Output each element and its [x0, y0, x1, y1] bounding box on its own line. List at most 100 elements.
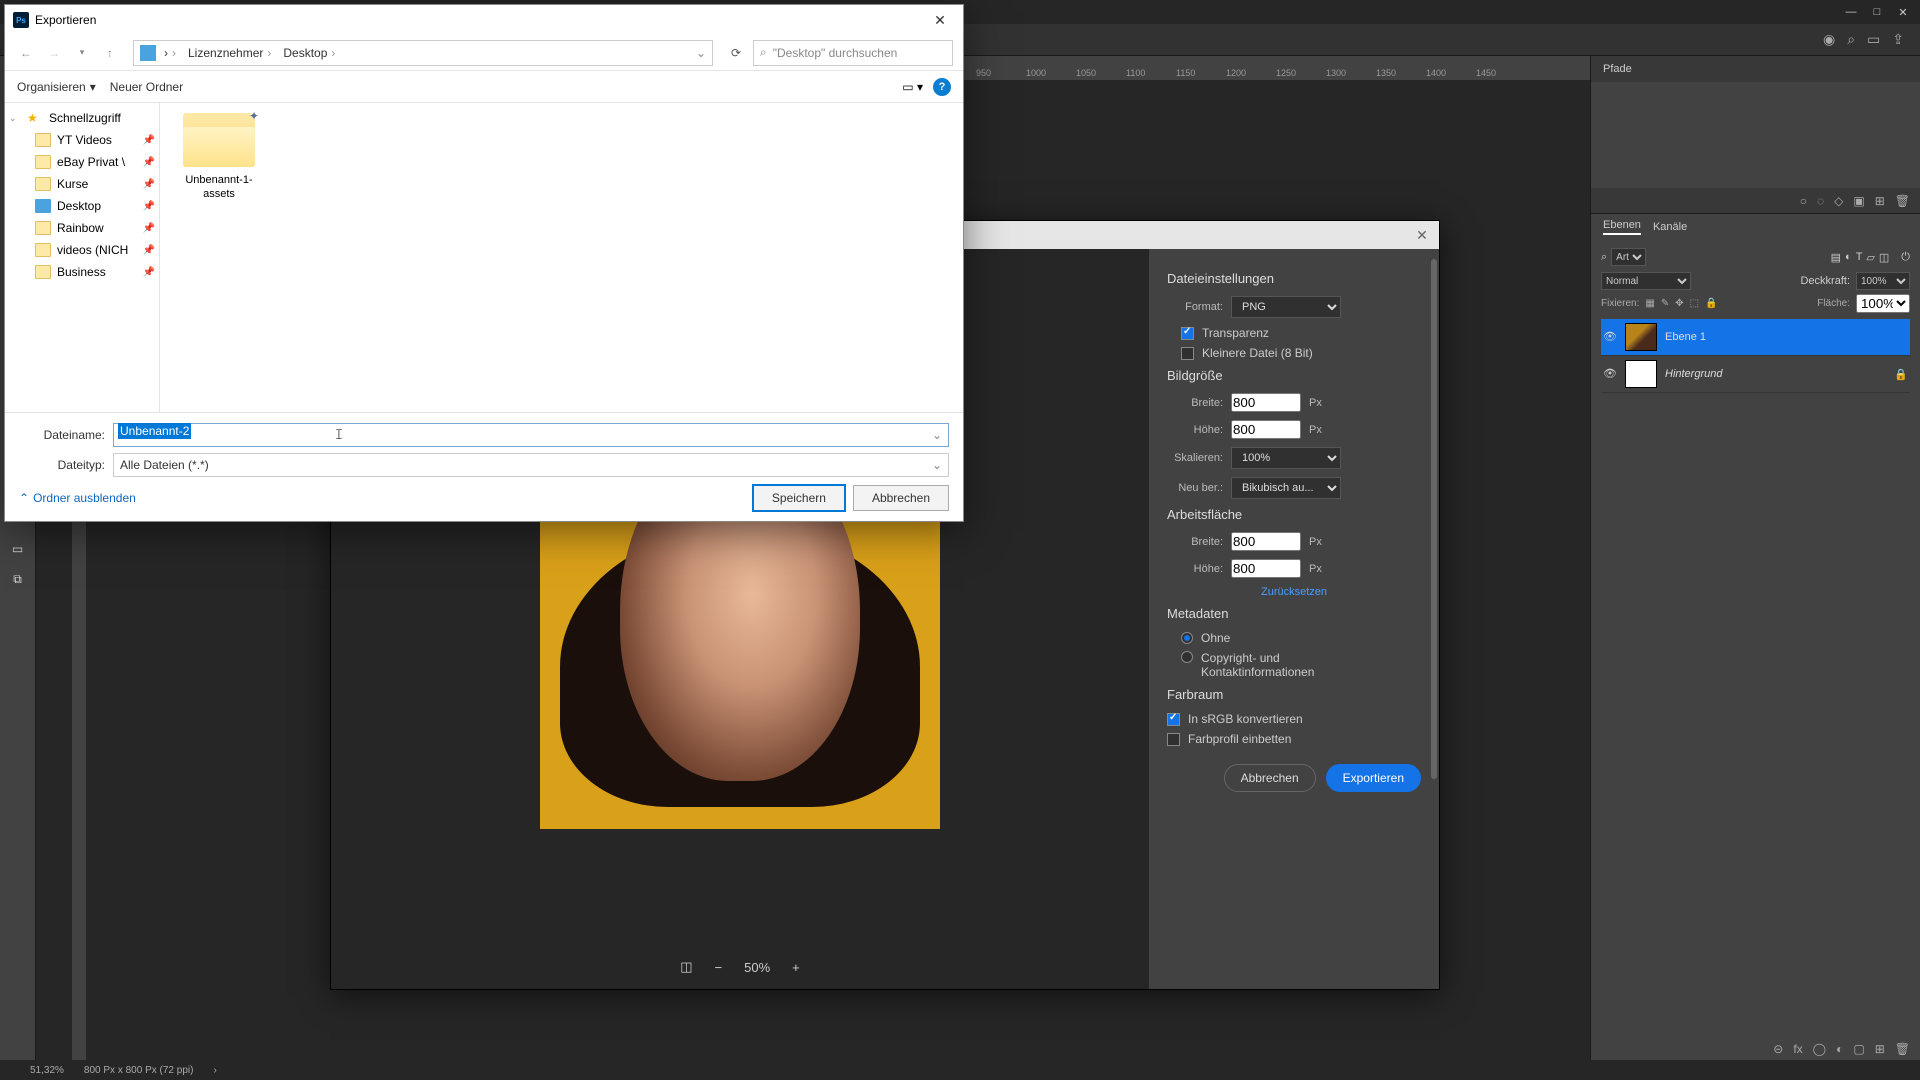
canvas-width-input[interactable]: [1231, 532, 1301, 551]
tree-item[interactable]: Desktop📌: [5, 195, 159, 217]
crop-icon[interactable]: ◫: [680, 959, 692, 975]
circle-icon[interactable]: ○: [1800, 194, 1807, 208]
filter-type-icon[interactable]: T: [1856, 251, 1863, 263]
quickmask-icon[interactable]: ▭: [7, 538, 29, 560]
trash-icon[interactable]: 🗑: [1895, 194, 1910, 208]
filetype-select[interactable]: Alle Dateien (*.*) ⌄: [113, 453, 949, 477]
addr-chevron-icon[interactable]: ⌄: [696, 46, 706, 60]
address-bar[interactable]: › Lizenznehmer Desktop ⌄: [133, 40, 713, 66]
layer-item-1[interactable]: 👁 Hintergrund 🔒: [1601, 356, 1910, 393]
lock-all-icon[interactable]: 🔒: [1705, 298, 1717, 309]
mask-icon[interactable]: ▣: [1853, 194, 1864, 208]
folder-tile[interactable]: ✦ Unbenannt-1-assets: [174, 113, 264, 202]
filename-input[interactable]: Unbenannt-2 𝙸 ⌄: [113, 423, 949, 447]
screenmode-icon[interactable]: ⧉: [7, 568, 29, 590]
workspace-icon[interactable]: ▭: [1867, 31, 1880, 48]
status-chevron-icon[interactable]: ›: [213, 1065, 216, 1076]
forward-icon[interactable]: →: [43, 42, 65, 64]
back-icon[interactable]: ←: [15, 42, 37, 64]
export-cancel-button[interactable]: Abbrechen: [1224, 764, 1316, 792]
tree-root-quickaccess[interactable]: ⌄ ★ Schnellzugriff: [5, 107, 159, 129]
tree-item[interactable]: Kurse📌: [5, 173, 159, 195]
maximize-icon[interactable]: □: [1868, 3, 1886, 21]
fill-select[interactable]: 100%: [1856, 294, 1910, 313]
filter-adjust-icon[interactable]: ◐: [1845, 251, 1852, 263]
tree-item[interactable]: eBay Privat \📌: [5, 151, 159, 173]
adjust-icon[interactable]: ◐: [1836, 1042, 1843, 1056]
close-icon[interactable]: ✕: [925, 9, 955, 31]
minimize-icon[interactable]: —: [1842, 3, 1860, 21]
tree-item[interactable]: YT Videos📌: [5, 129, 159, 151]
filter-image-icon[interactable]: ▤: [1831, 251, 1841, 264]
search-icon[interactable]: ⌕: [1847, 31, 1855, 48]
breadcrumb[interactable]: Desktop: [279, 46, 339, 60]
height-input[interactable]: [1231, 420, 1301, 439]
filter-toggle-icon[interactable]: ⏻: [1901, 251, 1910, 264]
recent-chevron-icon[interactable]: ▾: [71, 42, 93, 64]
canvas-height-input[interactable]: [1231, 559, 1301, 578]
lock-pos-icon[interactable]: ✥: [1675, 298, 1683, 309]
refresh-icon[interactable]: ⟳: [725, 42, 747, 64]
up-icon[interactable]: ↑: [99, 42, 121, 64]
layer-item-0[interactable]: 👁 Ebene 1: [1601, 319, 1910, 356]
lock-nest-icon[interactable]: ⬚: [1690, 298, 1699, 309]
export-button[interactable]: Exportieren: [1326, 764, 1421, 792]
blend-mode-select[interactable]: Normal: [1601, 272, 1691, 290]
scale-select[interactable]: 100%: [1231, 447, 1341, 469]
resample-select[interactable]: Bikubisch au...: [1231, 477, 1341, 499]
filter-type-select[interactable]: Art: [1611, 248, 1646, 266]
link-icon[interactable]: ⊝: [1773, 1042, 1783, 1056]
organize-button[interactable]: Organisieren ▾: [17, 80, 96, 94]
ring-icon[interactable]: ◌: [1817, 194, 1824, 208]
width-input[interactable]: [1231, 393, 1301, 412]
diamond-icon[interactable]: ◇: [1834, 194, 1843, 208]
new-layer-icon[interactable]: ⊞: [1875, 1042, 1885, 1056]
filter-smart-icon[interactable]: ◫: [1879, 251, 1889, 264]
breadcrumb[interactable]: ›: [160, 46, 180, 60]
format-select[interactable]: PNG: [1231, 296, 1341, 318]
new-folder-button[interactable]: Neuer Ordner: [110, 80, 183, 94]
settings-scrollbar[interactable]: [1431, 259, 1437, 779]
mask-icon[interactable]: ◯: [1813, 1042, 1826, 1056]
save-button[interactable]: Speichern: [753, 485, 845, 511]
tree-item[interactable]: Business📌: [5, 261, 159, 283]
eye-icon[interactable]: 👁: [1603, 330, 1617, 344]
cancel-button[interactable]: Abbrechen: [853, 485, 949, 511]
lock-paint-icon[interactable]: ✎: [1661, 298, 1669, 309]
chevron-down-icon[interactable]: ⌄: [932, 428, 942, 442]
tree-item[interactable]: Rainbow📌: [5, 217, 159, 239]
close-icon[interactable]: ✕: [1413, 226, 1431, 244]
chevron-down-icon[interactable]: ⌄: [9, 113, 21, 124]
tab-channels[interactable]: Kanäle: [1653, 221, 1687, 233]
metadata-copyright-radio[interactable]: [1181, 651, 1193, 663]
hide-folders-button[interactable]: ⌃ Ordner ausblenden: [19, 491, 136, 505]
tree-item[interactable]: videos (NICH📌: [5, 239, 159, 261]
tab-layers[interactable]: Ebenen: [1603, 219, 1641, 235]
help-icon[interactable]: ?: [933, 78, 951, 96]
file-list-area[interactable]: ✦ Unbenannt-1-assets: [160, 103, 963, 412]
tab-paths[interactable]: Pfade: [1603, 63, 1632, 75]
search-icon[interactable]: ⌕: [1601, 251, 1607, 264]
share-icon[interactable]: ⇪: [1892, 31, 1904, 48]
zoom-in-icon[interactable]: +: [792, 960, 800, 975]
transparency-checkbox[interactable]: [1181, 327, 1194, 340]
reset-button[interactable]: Zurücksetzen: [1261, 586, 1327, 598]
breadcrumb[interactable]: Lizenznehmer: [184, 46, 275, 60]
eye-icon[interactable]: 👁: [1603, 367, 1617, 381]
group-icon[interactable]: ▢: [1853, 1042, 1864, 1056]
zoom-out-icon[interactable]: −: [715, 960, 723, 975]
trash-icon[interactable]: 🗑: [1895, 1042, 1910, 1056]
new-icon[interactable]: ⊞: [1875, 194, 1885, 208]
embed-profile-checkbox[interactable]: [1167, 733, 1180, 746]
search-field[interactable]: ⌕ "Desktop" durchsuchen: [753, 40, 953, 66]
lock-trans-icon[interactable]: ▦: [1645, 298, 1654, 309]
srgb-checkbox[interactable]: [1167, 713, 1180, 726]
opacity-select[interactable]: 100%: [1856, 272, 1910, 290]
cloud-user-icon[interactable]: ◉: [1823, 31, 1835, 48]
smaller-file-checkbox[interactable]: [1181, 347, 1194, 360]
close-icon[interactable]: ✕: [1894, 3, 1912, 21]
fx-icon[interactable]: fx: [1793, 1042, 1802, 1056]
metadata-none-radio[interactable]: [1181, 632, 1193, 644]
view-icon[interactable]: ▭ ▾: [902, 80, 923, 94]
status-zoom[interactable]: 51,32%: [30, 1065, 64, 1076]
